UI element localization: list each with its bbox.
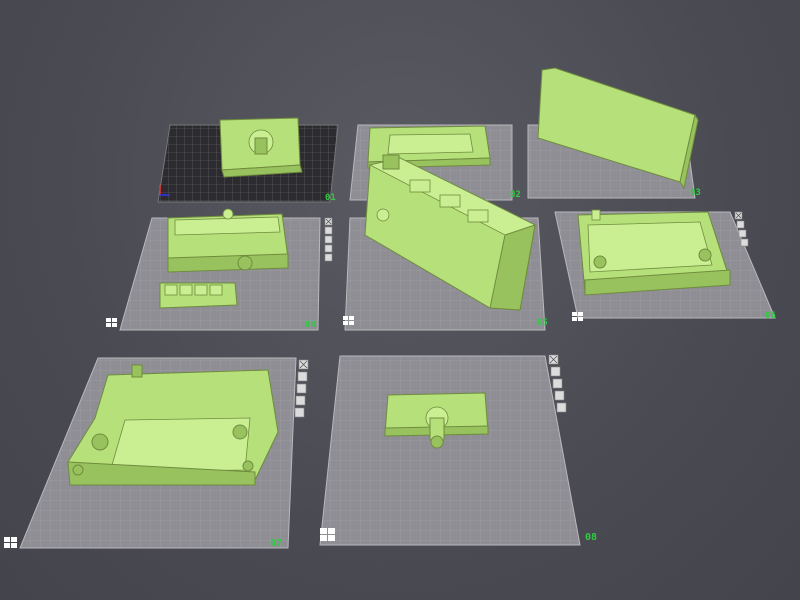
plate-label: 03 bbox=[690, 188, 701, 198]
3d-viewport[interactable]: 01 02 03 04 05 06 07 08 bbox=[0, 0, 800, 600]
settings-icon[interactable] bbox=[295, 395, 306, 406]
close-icon[interactable] bbox=[548, 354, 559, 365]
model-ecu-base[interactable] bbox=[577, 209, 731, 296]
arrange-icon[interactable] bbox=[552, 378, 563, 389]
plate-label: 08 bbox=[585, 532, 597, 543]
plate-corner-icon[interactable] bbox=[106, 318, 117, 327]
plate-label: 05 bbox=[537, 318, 548, 328]
plate-label: 02 bbox=[510, 190, 521, 200]
lock-icon[interactable] bbox=[297, 371, 308, 382]
orient-icon[interactable] bbox=[294, 407, 305, 418]
plate-label: 01 bbox=[325, 193, 336, 203]
plate-label: 04 bbox=[305, 320, 316, 330]
arrange-icon[interactable] bbox=[324, 235, 333, 244]
orient-icon[interactable] bbox=[324, 253, 333, 262]
model-mount-bracket[interactable] bbox=[219, 117, 303, 178]
close-icon[interactable] bbox=[324, 217, 333, 226]
orient-icon[interactable] bbox=[556, 402, 567, 413]
plate-toolbar bbox=[324, 217, 333, 262]
settings-icon[interactable] bbox=[740, 238, 749, 247]
plate-label: 07 bbox=[270, 538, 282, 549]
lock-icon[interactable] bbox=[550, 366, 561, 377]
plate-label: 06 bbox=[765, 311, 776, 321]
close-icon[interactable] bbox=[734, 211, 743, 220]
plate-toolbar bbox=[294, 359, 309, 418]
arrange-icon[interactable] bbox=[738, 229, 747, 238]
plate-corner-icon[interactable] bbox=[4, 537, 17, 548]
settings-icon[interactable] bbox=[324, 244, 333, 253]
model-connector-strip[interactable] bbox=[159, 282, 238, 309]
lock-icon[interactable] bbox=[736, 220, 745, 229]
close-icon[interactable] bbox=[298, 359, 309, 370]
lock-icon[interactable] bbox=[324, 226, 333, 235]
arrange-icon[interactable] bbox=[296, 383, 307, 394]
settings-icon[interactable] bbox=[554, 390, 565, 401]
model-ecu-body[interactable] bbox=[167, 208, 289, 273]
